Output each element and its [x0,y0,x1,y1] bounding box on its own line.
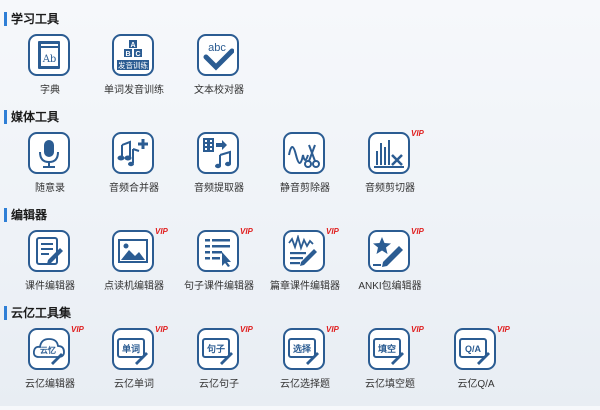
svg-text:填空: 填空 [378,343,396,354]
svg-text:单词: 单词 [122,343,140,354]
tool-sentence-courseware-editor[interactable]: VIP 句子课件编辑器 [176,227,262,312]
yunyi-qa-icon: Q/A [459,338,490,365]
audio-cut-bars-icon [374,140,404,168]
tool-silence-cutter[interactable]: 静音剪除器 [262,132,348,214]
tool-courseware-editor[interactable]: 课件编辑器 [7,230,93,312]
sentence-courseware-cursor-icon [205,239,231,267]
tool-label: 文本校对器 [194,85,244,96]
vip-badge: VIP [155,227,168,236]
tool-dictionary[interactable]: Ab 字典 [7,34,93,116]
courseware-edit-icon [36,237,63,265]
vip-badge: VIP [411,129,424,138]
vip-badge: VIP [411,227,424,236]
tool-audio-cutter[interactable]: VIP 音频剪切器 [347,129,433,214]
dictionary-book-icon: Ab [38,41,60,69]
tool-label: 句子课件编辑器 [184,281,254,292]
vip-badge: VIP [497,325,510,334]
microphone-icon [39,140,59,168]
vip-badge: VIP [326,325,339,334]
tool-voice-recorder[interactable]: 随意录 [7,132,93,214]
section-title: 媒体工具 [4,110,59,124]
tool-label: 点读机编辑器 [104,281,164,292]
svg-text:A: A [130,42,135,49]
picture-reader-edit-icon [118,239,148,263]
tool-label: 课件编辑器 [25,281,75,292]
svg-text:C: C [135,51,140,58]
tool-label: 云亿句子 [199,379,239,390]
tool-audio-extractor[interactable]: 音频提取器 [176,132,262,214]
svg-text:Ab: Ab [42,54,57,65]
yunyi-sentence-icon: 句子 [202,338,233,365]
tool-label: 云亿单词 [114,379,154,390]
anki-star-pencil-icon [373,237,403,267]
word-pronunciation-blocks-icon: A B C 发音训练 [117,40,149,70]
yunyi-cloud-editor-icon: 云忆 [33,338,65,365]
vip-badge: VIP [326,227,339,236]
tool-yunyi-qa[interactable]: Q/A VIP 云亿Q/A [433,325,519,410]
tool-label: 云亿选择题 [280,379,330,390]
passage-courseware-wave-icon [288,235,317,266]
svg-text:云忆: 云忆 [40,345,56,355]
tool-label: 云亿填空题 [365,379,415,390]
tool-passage-courseware-editor[interactable]: VIP 篇章课件编辑器 [262,227,348,312]
tool-text-proofreader[interactable]: abc 文本校对器 [176,34,262,116]
tool-label: 静音剪除器 [280,183,330,194]
tool-label: 音频剪切器 [365,183,415,194]
vip-badge: VIP [411,325,424,334]
tool-yunyi-sentence[interactable]: 句子 VIP 云亿句子 [176,325,262,410]
svg-text:Q/A: Q/A [465,344,482,354]
tool-label: 篇章课件编辑器 [270,281,340,292]
tool-audio-merger[interactable]: 音频合并器 [91,132,177,214]
yunyi-word-icon: 单词 [117,338,148,365]
tool-anki-editor[interactable]: VIP ANKI包编辑器 [347,227,433,312]
yunyi-choice-icon: 选择 [288,338,319,365]
svg-text:句子: 句子 [207,343,225,354]
text-proofread-check-icon: abc [203,42,234,71]
tool-label: 单词发音训练 [104,85,164,96]
tool-label: 云亿Q/A [457,379,495,390]
tool-label: ANKI包编辑器 [358,281,422,292]
svg-text:发音训练: 发音训练 [118,60,148,70]
svg-text:abc: abc [208,42,226,54]
audio-merge-notes-icon [117,139,148,167]
tool-word-pronunciation[interactable]: A B C 发音训练 单词发音训练 [91,34,177,116]
section-title: 学习工具 [4,12,59,26]
svg-text:选择: 选择 [293,343,312,354]
vip-badge: VIP [240,325,253,334]
tool-label: 随意录 [35,183,65,194]
tool-picture-reader-editor[interactable]: VIP 点读机编辑器 [91,227,177,312]
silence-cut-scissors-icon [288,144,320,168]
tool-yunyi-word[interactable]: 单词 VIP 云亿单词 [91,325,177,410]
section-title: 云亿工具集 [4,306,71,320]
tool-yunyi-fill-blank[interactable]: 填空 VIP 云亿填空题 [347,325,433,410]
section-title: 编辑器 [4,208,47,222]
vip-badge: VIP [71,325,84,334]
tool-label: 字典 [40,85,60,96]
tool-yunyi-choice[interactable]: 选择 VIP 云亿选择题 [262,325,348,410]
svg-text:B: B [125,51,130,58]
tool-label: 云亿编辑器 [25,379,75,390]
audio-extract-film-icon [203,138,231,169]
tool-label: 音频提取器 [194,183,244,194]
tool-label: 音频合并器 [109,183,159,194]
vip-badge: VIP [240,227,253,236]
tool-yunyi-editor[interactable]: 云忆 VIP 云亿编辑器 [7,325,93,410]
vip-badge: VIP [155,325,168,334]
yunyi-fill-blank-icon: 填空 [373,338,404,365]
